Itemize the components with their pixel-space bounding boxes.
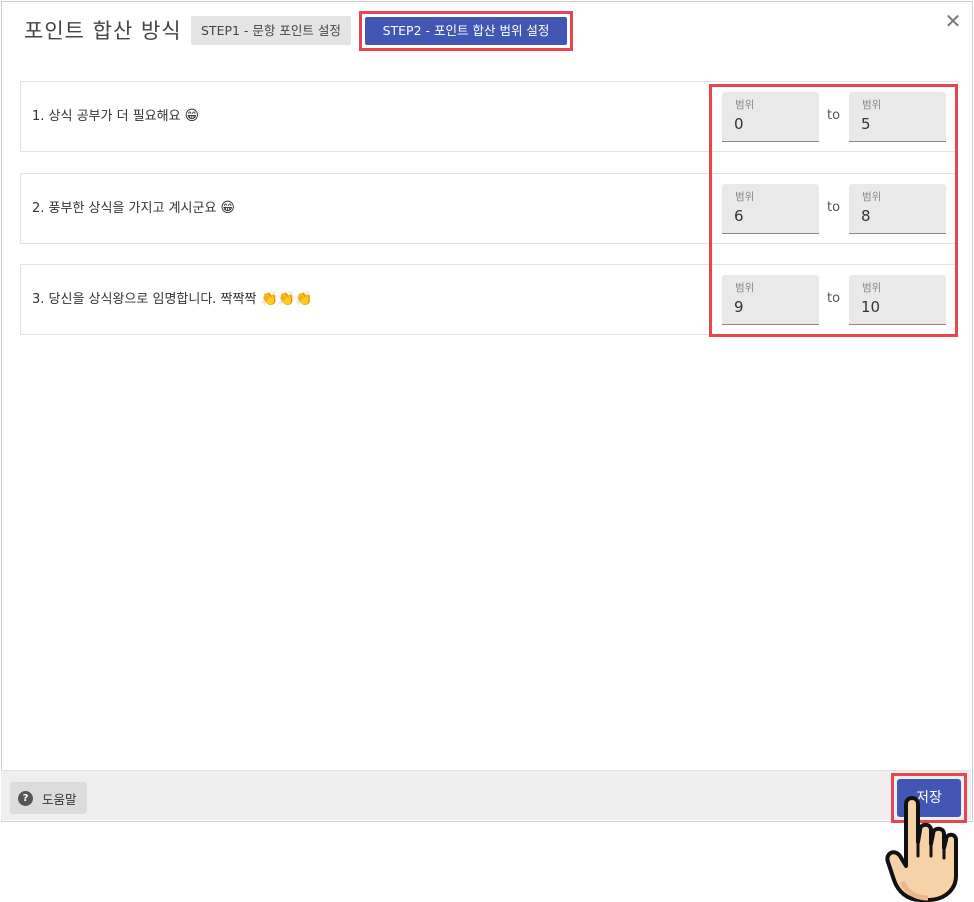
help-button-label: 도움말 xyxy=(42,791,77,807)
dialog-title: 포인트 합산 방식 xyxy=(24,19,182,43)
tab-step1[interactable]: STEP1 - 문항 포인트 설정 xyxy=(191,16,351,45)
range-fields-highlight xyxy=(709,84,958,337)
pointing-hand-icon xyxy=(885,796,958,902)
dialog: 포인트 합산 방식 STEP1 - 문항 포인트 설정 STEP2 - 포인트 … xyxy=(1,1,973,822)
close-icon[interactable]: ✕ xyxy=(942,10,964,32)
range-row-label: 1. 상식 공부가 더 필요해요 😁 xyxy=(32,82,199,151)
tab-step2-highlight: STEP2 - 포인트 합산 범위 설정 xyxy=(359,11,573,51)
range-row-label: 3. 당신을 상식왕으로 임명합니다. 짝짝짝 👏👏👏 xyxy=(32,265,313,334)
clap-emoji-icon: 👏👏👏 xyxy=(260,291,313,307)
tab-step2[interactable]: STEP2 - 포인트 합산 범위 설정 xyxy=(365,17,567,45)
grin-emoji-icon: 😁 xyxy=(220,200,236,216)
help-icon: ? xyxy=(18,790,33,806)
grin-emoji-icon: 😁 xyxy=(184,108,200,124)
range-row-label: 2. 풍부한 상식을 가지고 계시군요 😁 xyxy=(32,174,235,243)
help-button[interactable]: ? 도움말 xyxy=(10,782,87,814)
dialog-footer: ? 도움말 xyxy=(1,770,971,820)
